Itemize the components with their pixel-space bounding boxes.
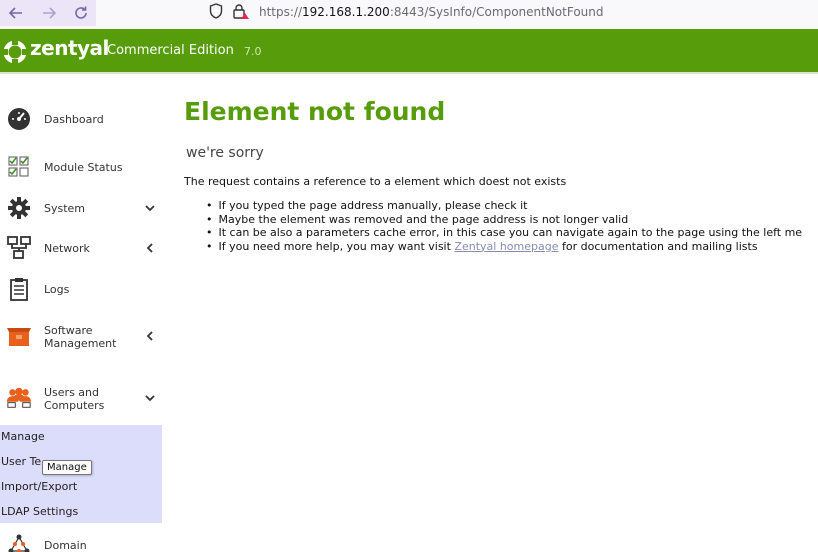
site-info-lock-icon[interactable] [232, 3, 250, 25]
sidebar-item-label: Software Management [44, 324, 116, 350]
module-status-checkbox-icon [6, 154, 32, 180]
sidebar-item-label: Domain [44, 538, 87, 552]
users-icon [6, 385, 32, 411]
sidebar-item-logs[interactable]: Logs [0, 274, 162, 304]
zentyal-logo-icon[interactable] [2, 39, 28, 69]
label-line-2: Computers [44, 399, 105, 412]
arrow-right-icon [43, 7, 57, 19]
logo-text[interactable]: zentyal [30, 36, 109, 60]
submenu-item-ldap-settings[interactable]: LDAP Settings [1, 505, 78, 518]
sidebar-item-label: Logs [44, 282, 70, 296]
list-item: If you typed the page address manually, … [206, 199, 818, 213]
sidebar-item-system[interactable]: System [0, 193, 162, 223]
label-line-2: Management [44, 337, 117, 350]
reload-icon [75, 6, 87, 19]
tooltip: Manage [42, 460, 92, 475]
address-bar[interactable]: https://192.168.1.200:8443/SysInfo/Compo… [259, 5, 604, 19]
submenu-item-import-export[interactable]: Import/Export [1, 480, 77, 493]
app-header: zentyal Commercial Edition 7.0 [0, 29, 818, 74]
label-line-1: Software [44, 324, 93, 337]
submenu-item-manage[interactable]: Manage [1, 430, 45, 443]
forward-button[interactable] [38, 2, 60, 24]
page-title: Element not found [184, 97, 446, 126]
edition-label: Commercial Edition [107, 43, 234, 58]
version-label: 7.0 [244, 45, 262, 58]
label-line-1: Users and [44, 386, 99, 399]
sidebar-item-label: Network [44, 241, 90, 255]
help-suffix: for documentation and mailing lists [558, 239, 758, 253]
help-list: If you typed the page address manually, … [206, 199, 818, 253]
package-icon [6, 323, 32, 349]
reload-button[interactable] [70, 2, 92, 24]
sidebar-item-users-and-computers[interactable]: Users and Computers [0, 382, 162, 414]
sidebar-item-network[interactable]: Network [0, 233, 162, 263]
url-path: :8443/SysInfo/ComponentNotFound [389, 5, 604, 19]
sidebar-item-domain[interactable]: Domain [0, 530, 162, 552]
network-icon [6, 235, 32, 261]
chevron-left-icon [144, 330, 156, 342]
error-description: The request contains a reference to a el… [184, 175, 567, 188]
page-subtitle: we're sorry [186, 145, 264, 161]
url-scheme: https:// [259, 5, 303, 19]
back-button[interactable] [5, 2, 27, 24]
list-item: It can be also a parameters cache error,… [206, 226, 818, 240]
gear-icon [6, 195, 32, 221]
sidebar-item-software-management[interactable]: Software Management [0, 320, 162, 352]
sidebar-item-label: Module Status [44, 160, 123, 174]
browser-toolbar: https://192.168.1.200:8443/SysInfo/Compo… [0, 0, 818, 28]
chevron-left-icon [144, 242, 156, 254]
chevron-down-icon [144, 202, 156, 214]
dashboard-gauge-icon [6, 106, 32, 132]
clipboard-icon [6, 276, 32, 302]
sidebar-item-label: Users and Computers [44, 386, 104, 412]
sidebar-item-label: System [44, 201, 86, 215]
sidebar-item-dashboard[interactable]: Dashboard [0, 104, 162, 134]
chevron-down-icon [144, 392, 156, 404]
sidebar-item-module-status[interactable]: Module Status [0, 152, 162, 182]
list-item: Maybe the element was removed and the pa… [206, 213, 818, 227]
tracking-protection-shield-icon[interactable] [209, 3, 223, 23]
sidebar-item-label: Dashboard [44, 112, 104, 126]
zentyal-homepage-link[interactable]: Zentyal homepage [454, 240, 558, 253]
arrow-left-icon [8, 7, 22, 19]
help-prefix: If you need more help, you may want visi… [218, 239, 455, 253]
list-item: If you need more help, you may want visi… [206, 240, 818, 254]
url-host: 192.168.1.200 [302, 5, 390, 19]
submenu-item-user-template[interactable]: User Te [1, 455, 41, 468]
domain-icon [6, 532, 32, 552]
